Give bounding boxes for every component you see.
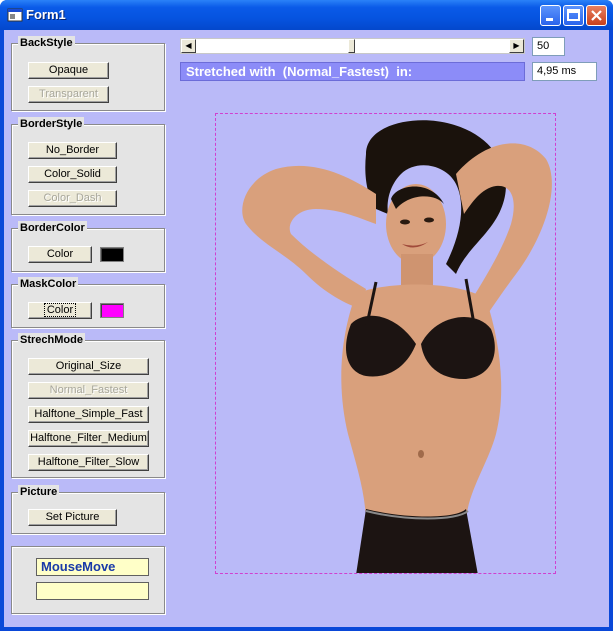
border-color-swatch bbox=[100, 247, 124, 262]
original-size-button[interactable]: Original_Size bbox=[28, 358, 149, 375]
bordercolor-title: BorderColor bbox=[18, 221, 87, 235]
scroll-right-arrow-icon[interactable]: ▶ bbox=[509, 39, 524, 53]
backstyle-frame: BackStyle Opaque Transparent bbox=[11, 36, 165, 111]
bordercolor-frame: BorderColor Color bbox=[11, 221, 165, 272]
scroll-left-arrow-icon[interactable]: ◀ bbox=[181, 39, 196, 53]
maximize-button[interactable] bbox=[563, 5, 584, 26]
status-label: Stretched with (Normal_Fastest) in: bbox=[180, 62, 525, 81]
maskcolor-frame: MaskColor Color bbox=[11, 277, 165, 328]
color-dash-button[interactable]: Color_Dash bbox=[28, 190, 117, 207]
set-picture-button[interactable]: Set Picture bbox=[28, 509, 117, 526]
window-title: Form1 bbox=[26, 7, 66, 22]
no-border-button[interactable]: No_Border bbox=[28, 142, 117, 159]
stretchmode-frame: StrechMode Original_Size Normal_Fastest … bbox=[11, 333, 165, 478]
picture-title: Picture bbox=[18, 485, 60, 499]
close-icon bbox=[591, 10, 602, 21]
close-button[interactable] bbox=[586, 5, 607, 26]
borderstyle-frame: BorderStyle No_Border Color_Solid Color_… bbox=[11, 117, 165, 215]
mask-color-button-label: Color bbox=[43, 303, 77, 317]
scroll-value-field[interactable]: 50 bbox=[532, 37, 565, 56]
halftone-filter-medium-button[interactable]: Halftone_Filter_Medium bbox=[28, 430, 149, 447]
form-client-area: BackStyle Opaque Transparent BorderStyle… bbox=[4, 30, 609, 627]
transparent-button[interactable]: Transparent bbox=[28, 86, 109, 103]
border-color-button[interactable]: Color bbox=[28, 246, 92, 263]
picture-box[interactable] bbox=[215, 113, 556, 574]
mousemove-frame: MouseMove bbox=[11, 546, 165, 614]
mousemove-label: MouseMove bbox=[36, 558, 149, 576]
app-icon bbox=[7, 8, 23, 22]
minimize-icon bbox=[546, 18, 553, 21]
app-window: Form1 BackStyle Opaque Transparent Borde… bbox=[0, 0, 613, 631]
halftone-filter-slow-button[interactable]: Halftone_Filter_Slow bbox=[28, 454, 149, 471]
mousemove-value bbox=[36, 582, 149, 600]
title-bar[interactable]: Form1 bbox=[0, 0, 613, 30]
portrait-image bbox=[242, 120, 552, 573]
halftone-simple-fast-button[interactable]: Halftone_Simple_Fast bbox=[28, 406, 149, 423]
stretchmode-title: StrechMode bbox=[18, 333, 85, 347]
normal-fastest-button[interactable]: Normal_Fastest bbox=[28, 382, 149, 399]
opaque-button[interactable]: Opaque bbox=[28, 62, 109, 79]
borderstyle-title: BorderStyle bbox=[18, 117, 85, 131]
mask-color-swatch bbox=[100, 303, 124, 318]
picture-frame: Picture Set Picture bbox=[11, 485, 165, 534]
scroll-thumb[interactable] bbox=[348, 39, 355, 53]
maximize-icon bbox=[567, 9, 580, 21]
color-solid-button[interactable]: Color_Solid bbox=[28, 166, 117, 183]
backstyle-title: BackStyle bbox=[18, 36, 75, 50]
stretch-scrollbar[interactable]: ◀ ▶ bbox=[180, 38, 525, 54]
time-field[interactable]: 4,95 ms bbox=[532, 62, 597, 81]
maskcolor-title: MaskColor bbox=[18, 277, 79, 291]
mask-color-button[interactable]: Color bbox=[28, 302, 92, 319]
minimize-button[interactable] bbox=[540, 5, 561, 26]
